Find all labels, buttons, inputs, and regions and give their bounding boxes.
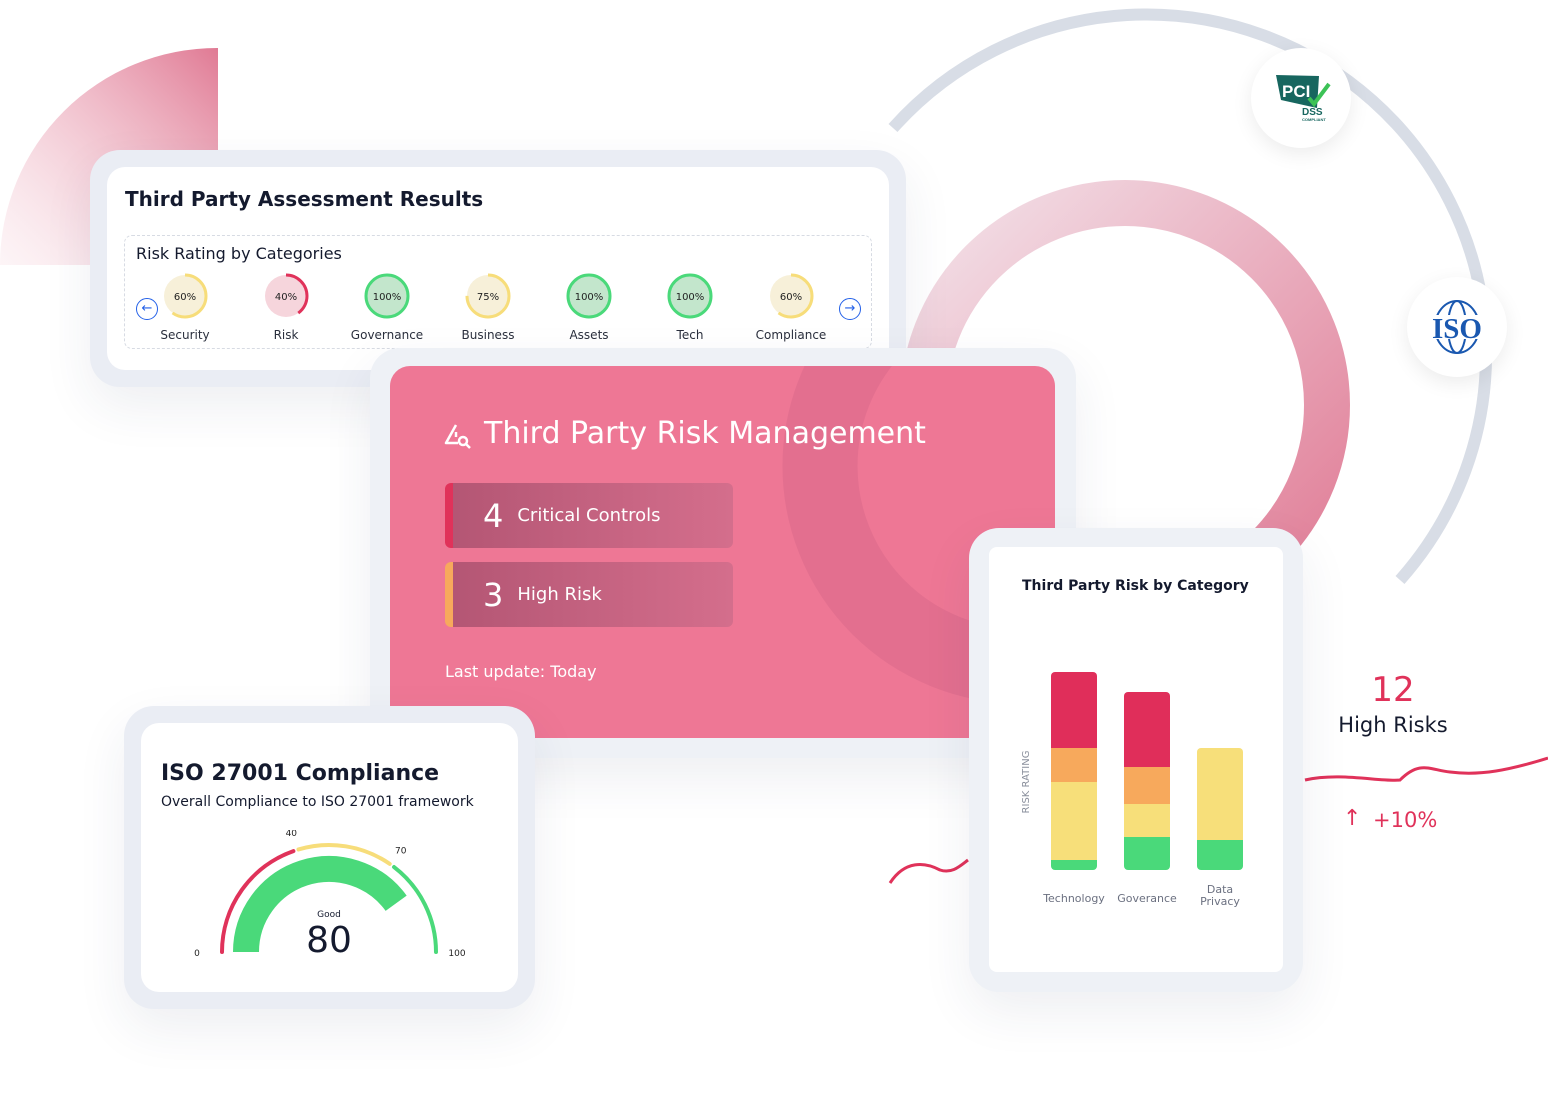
gauge-value: 80	[306, 920, 352, 961]
bar-segment-data-privacy[interactable]	[1197, 840, 1243, 870]
category-business[interactable]: 75% Business	[443, 272, 533, 342]
risk-category-chart: RISK RATING Technology Goverance Data Privac…	[1021, 672, 1243, 908]
category-rings: 60% Security 40% Risk 100% Governance 75% Busin…	[150, 272, 840, 342]
category-label: Risk	[273, 328, 299, 342]
iso-badge: ISO	[1407, 277, 1507, 377]
ring-value: 75%	[477, 292, 499, 303]
bar-segment-goverance[interactable]	[1124, 837, 1170, 870]
assessment-title: Third Party Assessment Results	[125, 187, 484, 211]
pci-dss-logo: PCI DSS COMPLIANT	[1276, 75, 1331, 122]
stat-number: 4	[483, 496, 504, 535]
ring-value: 40%	[275, 292, 297, 303]
ring-value: 100%	[676, 292, 705, 303]
bar-segment-technology[interactable]	[1051, 748, 1097, 782]
bar-segment-goverance[interactable]	[1124, 767, 1170, 804]
arrow-up-icon: ↑	[1343, 806, 1362, 831]
ring-value: 60%	[174, 292, 196, 303]
progress-ring: 100%	[364, 273, 410, 319]
wave-line	[1304, 756, 1548, 782]
critical-controls-stat[interactable]: 4 Critical Controls	[445, 483, 733, 548]
gauge-tick-label: 100	[448, 949, 465, 959]
gauge-tick-label: 70	[395, 846, 407, 856]
stat-number: 3	[483, 575, 504, 614]
iso-text: ISO	[1432, 313, 1482, 345]
progress-ring: 75%	[465, 273, 511, 319]
gauge-tick-label: 40	[286, 830, 298, 839]
iso-logo: ISO	[1423, 300, 1491, 354]
categories-subtitle: Risk Rating by Categories	[136, 244, 342, 263]
wave-line-small	[888, 858, 969, 884]
progress-ring: 60%	[768, 273, 814, 319]
high-risk-stat[interactable]: 3 High Risk	[445, 562, 733, 627]
high-risks-label: High Risks	[1338, 713, 1448, 737]
bar-segment-goverance[interactable]	[1124, 804, 1170, 837]
progress-ring: 60%	[162, 273, 208, 319]
bar-segment-goverance[interactable]	[1124, 692, 1170, 767]
pci-dss-badge: PCI DSS COMPLIANT	[1251, 48, 1351, 148]
gauge-tick-label: 0	[194, 949, 200, 959]
progress-ring: 100%	[566, 273, 612, 319]
x-tick-label: Technology	[1042, 892, 1105, 905]
ring-value: 100%	[373, 292, 402, 303]
bar-segment-data-privacy[interactable]	[1197, 748, 1243, 840]
assessment-card: Third Party Assessment Results Risk Rati…	[107, 167, 889, 370]
x-tick-label: Goverance	[1117, 892, 1177, 905]
stat-label: High Risk	[517, 584, 602, 605]
category-compliance[interactable]: 60% Compliance	[746, 272, 836, 342]
alert-search-icon	[444, 422, 472, 450]
tprm-title: Third Party Risk Management	[484, 416, 926, 451]
category-security[interactable]: 60% Security	[140, 272, 230, 342]
category-governance[interactable]: 100% Governance	[342, 272, 432, 342]
stat-label: Critical Controls	[517, 505, 661, 526]
high-risks-count: 12	[1371, 670, 1415, 710]
category-label: Compliance	[755, 328, 827, 342]
gauge-band	[392, 865, 438, 954]
category-label: Business	[461, 328, 515, 342]
y-axis-label: RISK RATING	[1021, 751, 1032, 814]
bar-segment-technology[interactable]	[1051, 672, 1097, 748]
bar-segment-technology[interactable]	[1051, 860, 1097, 870]
categories-panel: Risk Rating by Categories ← → 60% Securit…	[124, 235, 872, 349]
progress-ring: 100%	[667, 273, 713, 319]
category-risk[interactable]: 40% Risk	[241, 272, 331, 342]
next-button[interactable]: →	[839, 298, 861, 320]
last-update: Last update: Today	[445, 662, 597, 681]
iso-subtitle: Overall Compliance to ISO 27001 framewor…	[161, 794, 474, 810]
category-label: Assets	[569, 328, 609, 342]
iso-title: ISO 27001 Compliance	[161, 761, 440, 786]
progress-ring: 40%	[263, 273, 309, 319]
gauge-rating: Good	[317, 910, 341, 920]
category-label: Governance	[350, 328, 424, 342]
ring-value: 60%	[780, 292, 802, 303]
bar-segment-technology[interactable]	[1051, 782, 1097, 860]
x-tick-label: Data Privacy	[1200, 883, 1240, 908]
category-label: Tech	[676, 328, 704, 342]
change-value: +10%	[1373, 808, 1438, 832]
category-assets[interactable]: 100% Assets	[544, 272, 634, 342]
category-label: Security	[160, 328, 210, 342]
ring-value: 100%	[575, 292, 604, 303]
category-tech[interactable]: 100% Tech	[645, 272, 735, 342]
